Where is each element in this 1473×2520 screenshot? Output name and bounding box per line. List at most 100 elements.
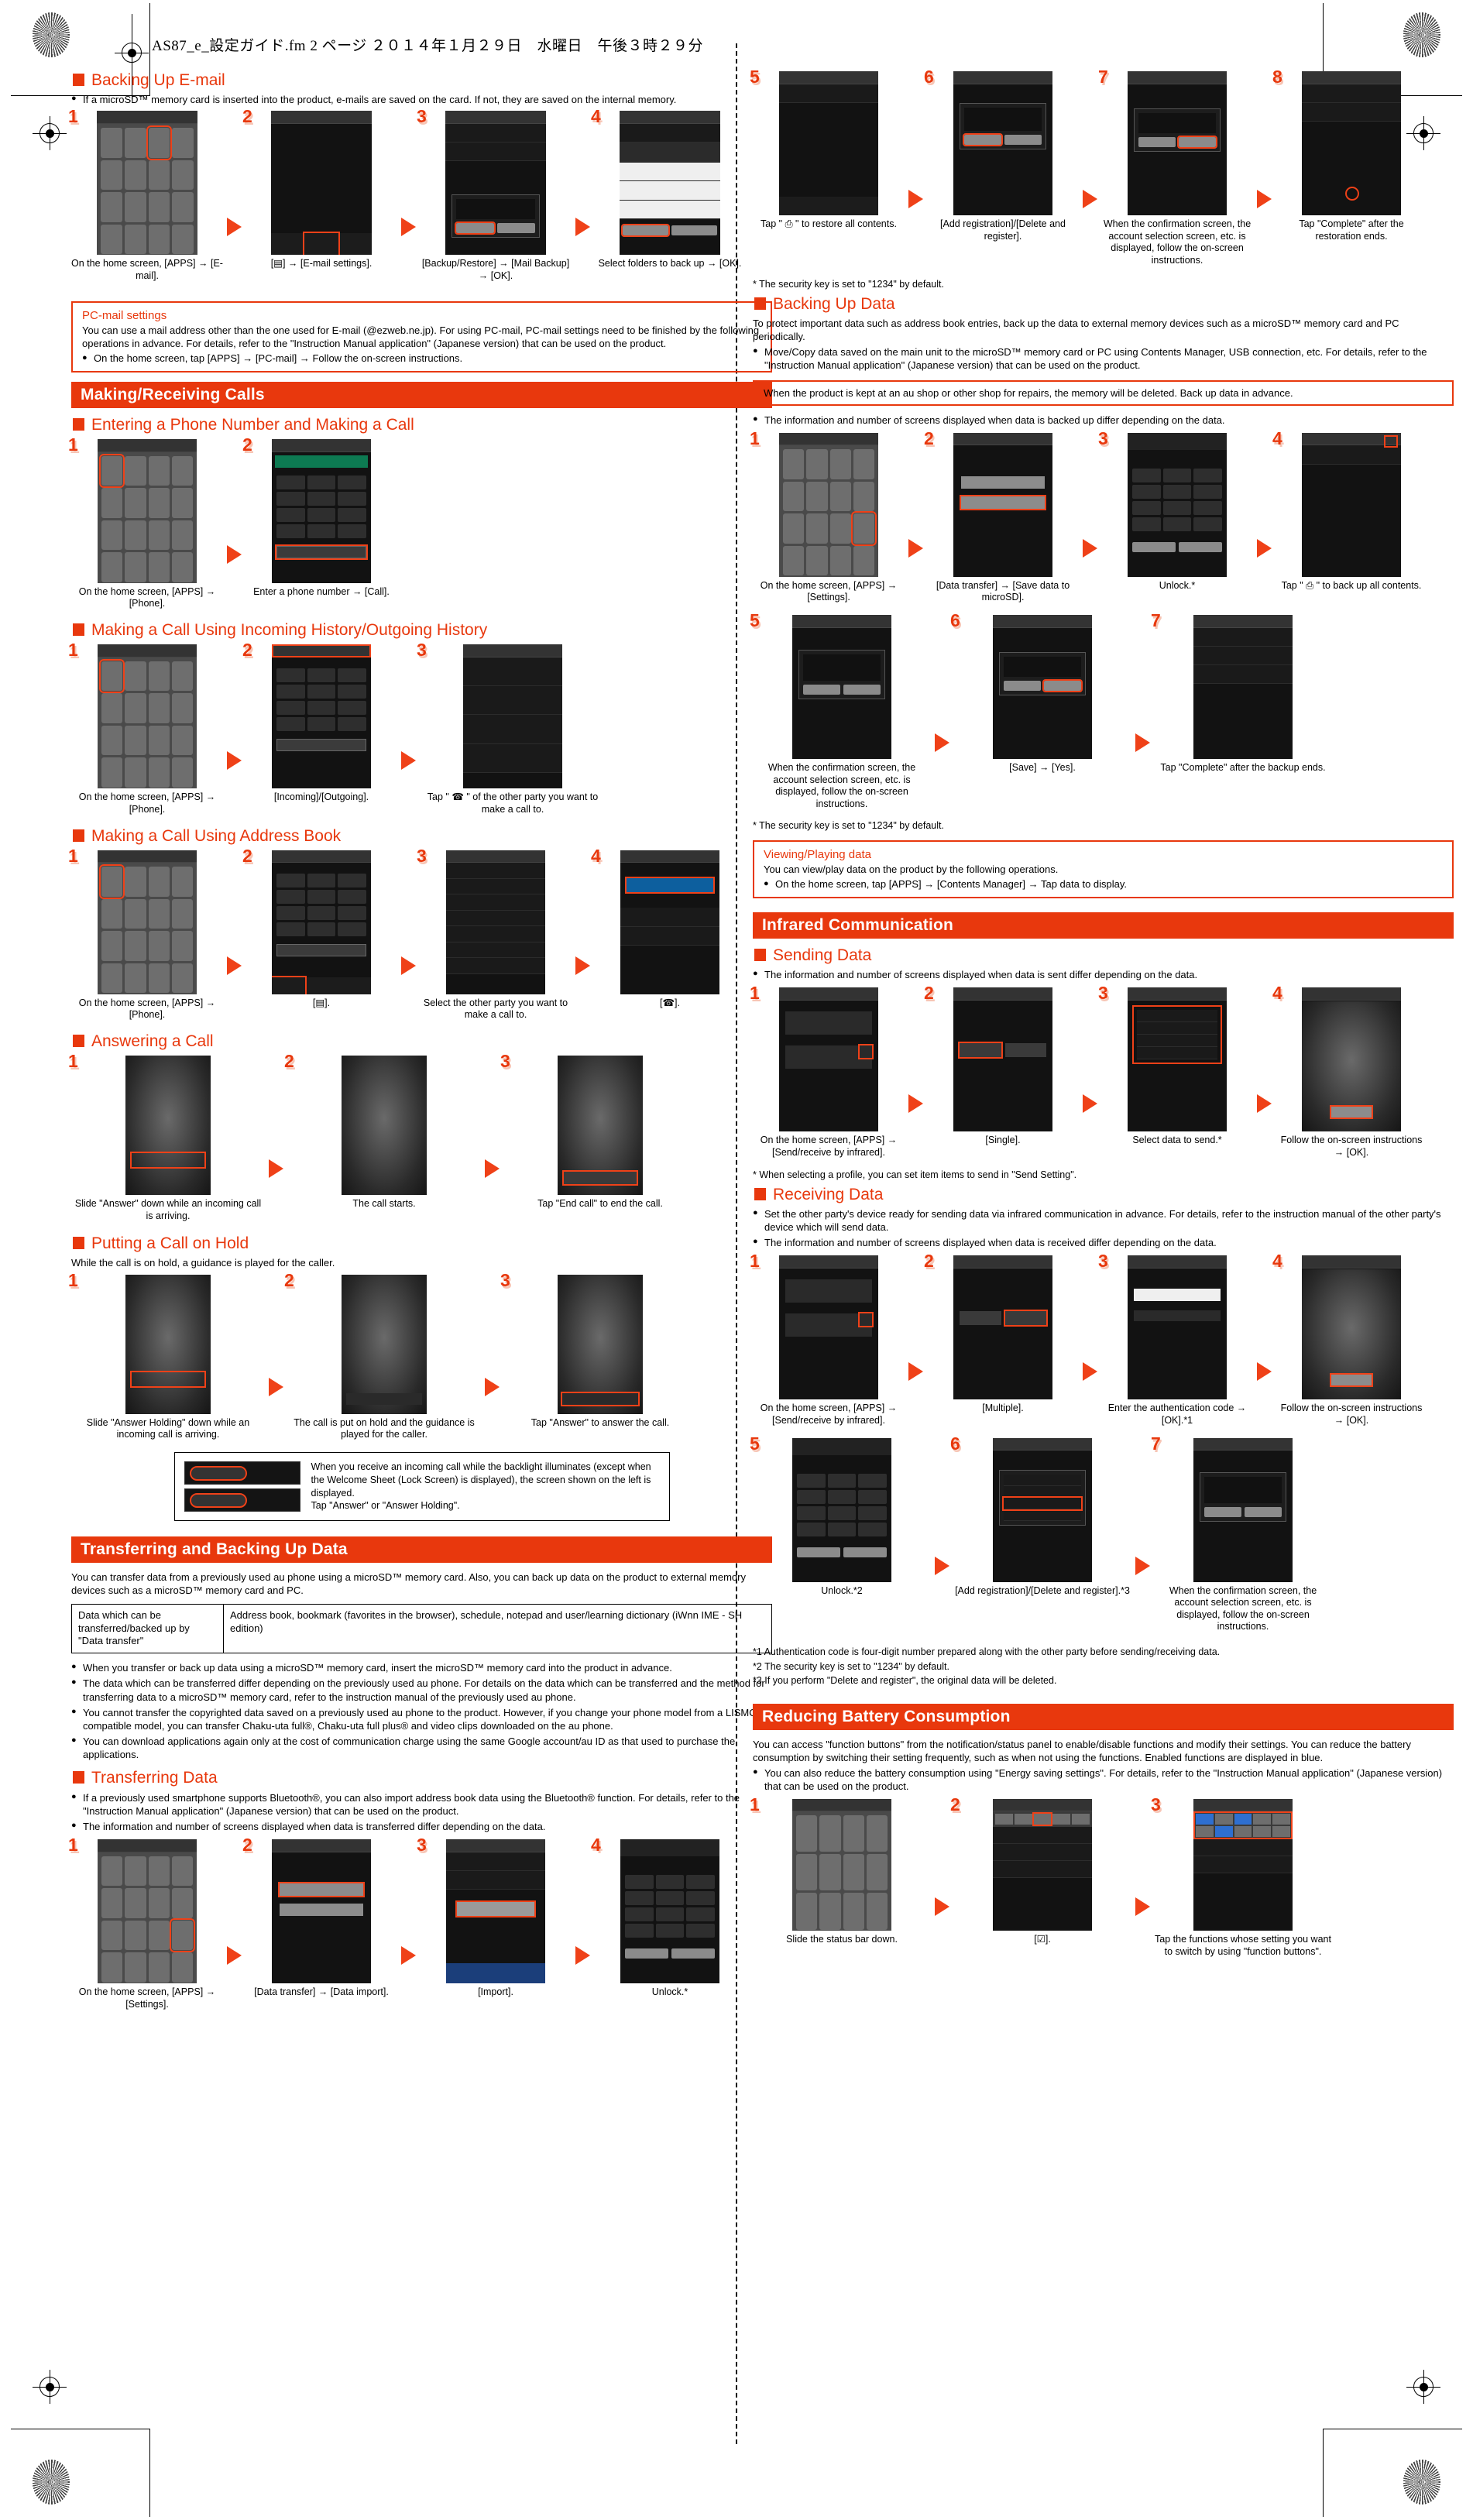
print-corner-box-br xyxy=(1323,2429,1462,2517)
dialed-number-display xyxy=(275,455,368,468)
flow-arrow-icon xyxy=(1135,1897,1150,1916)
transferring-data-bullet-2: The information and number of screens di… xyxy=(71,1820,772,1833)
flow-arrow-icon xyxy=(401,1945,416,1965)
screenshot-home-apps-settings xyxy=(779,432,878,577)
step-caption: On the home screen, [APPS] → [Phone]. xyxy=(78,997,216,1021)
step-item: 6 [Add registration]/[Delete and registe… xyxy=(950,1434,1131,1598)
sending-data-bullet: The information and number of screens di… xyxy=(753,968,1454,981)
infrared-footnotes: *1 Authentication code is four-digit num… xyxy=(753,1646,1454,1688)
step-caption: [Import]. xyxy=(478,1986,513,1998)
flow-arrow-icon xyxy=(1257,1361,1272,1381)
step-caption: Unlock.* xyxy=(1159,579,1196,591)
step-caption: Tap "Answer" to answer the call. xyxy=(530,1416,670,1428)
flow-arrow-icon xyxy=(575,1945,590,1965)
right-column: 5 Tap " ⎙ " to restore all contents. 6 [… xyxy=(750,67,1454,1958)
screenshot-send-receive-infrared xyxy=(779,987,878,1132)
screenshot-multiple-option xyxy=(953,1255,1052,1400)
screenshot-backup-all-contents xyxy=(1302,432,1401,577)
step-number: 3 xyxy=(500,1051,510,1072)
screenshot-dialpad-addressbook-tab xyxy=(272,850,371,994)
section-heading-sending-data: Sending Data xyxy=(753,946,1454,965)
step-number: 6 xyxy=(950,609,960,630)
step-item: 2 The call starts. xyxy=(284,1052,481,1210)
info-box-text: When you receive an incoming call while … xyxy=(311,1461,651,1512)
step-caption: Enter a phone number → [Call]. xyxy=(253,585,390,597)
security-key-note-1: * The security key is set to "1234" by d… xyxy=(753,278,944,290)
step-number: 2 xyxy=(242,845,252,866)
screenshot-address-book-list xyxy=(446,850,545,994)
step-item: 2 [Incoming]/[Outgoing]. xyxy=(242,641,397,804)
step-number: 1 xyxy=(68,434,78,455)
thumb-answer-holding-button xyxy=(184,1488,300,1512)
step-number: 2 xyxy=(924,1251,934,1272)
step-number: 1 xyxy=(750,1251,760,1272)
screenshot-infrared-receive-progress xyxy=(1302,1255,1401,1400)
page-header-filename: AS87_e_設定ガイド.fm 2 ページ ２０１４年１月２９日 水曜日 午後３… xyxy=(152,38,703,54)
step-item: 1 On the home screen, [APPS] → [Phone]. xyxy=(68,434,223,610)
step-caption: [▤]. xyxy=(312,997,331,1008)
step-caption: [☑]. xyxy=(1034,1934,1051,1945)
screenshot-infrared-transfer-progress xyxy=(1302,987,1401,1132)
table-cell-key: Data which can be transferred/backed up … xyxy=(71,1603,224,1654)
step-caption: [Add registration]/[Delete and register]… xyxy=(955,1584,1130,1596)
battery-bullet: You can also reduce the battery consumpt… xyxy=(753,1766,1454,1793)
section-heading-backing-up-data: Backing Up Data xyxy=(753,295,1454,314)
step-caption: Tap "Complete" after the restoration end… xyxy=(1299,218,1404,242)
screenshot-select-mail-folders xyxy=(620,111,720,256)
step-caption: When the confirmation screen, the accoun… xyxy=(1103,218,1252,266)
step-number: 1 xyxy=(68,845,78,866)
flow-arrow-icon xyxy=(269,1378,283,1397)
flow-arrow-icon xyxy=(908,190,923,209)
step-caption: Tap "End call" to end the call. xyxy=(537,1198,663,1210)
step-number: 2 xyxy=(242,106,252,127)
section-band-infrared-communication: Infrared Communication xyxy=(753,912,1454,939)
section-heading-entering-phone-number: Entering a Phone Number and Making a Cal… xyxy=(71,416,772,434)
step-number: 4 xyxy=(1272,983,1282,1004)
section-heading-transferring-data: Transferring Data xyxy=(71,1769,772,1787)
step-caption: On the home screen, [APPS] → [Phone]. xyxy=(78,585,216,609)
footnote-1: *1 Authentication code is four-digit num… xyxy=(753,1646,1221,1658)
step-item: 3 Tap "Answer" to answer the call. xyxy=(500,1271,697,1430)
step-caption: Follow the on-screen instructions → [OK]… xyxy=(1280,1135,1423,1158)
step-item: 1 Slide the status bar down. xyxy=(750,1796,931,1946)
screenshot-call-history-list xyxy=(463,644,562,789)
viewing-playing-body: You can view/play data on the product by… xyxy=(764,863,1059,876)
step-number: 2 xyxy=(284,1051,294,1072)
step-number: 4 xyxy=(1272,427,1282,448)
step-caption: Tap the functions whose setting you want… xyxy=(1155,1934,1331,1957)
flow-arrow-icon xyxy=(227,956,242,976)
flow-arrow-icon xyxy=(1257,190,1272,209)
step-caption: Unlock.*2 xyxy=(821,1584,863,1596)
step-item: 7 Tap "Complete" after the backup ends. xyxy=(1151,611,1332,774)
section-heading-answering-a-call: Answering a Call xyxy=(71,1032,772,1051)
step-caption: On the home screen, [APPS] → [Settings]. xyxy=(760,579,898,603)
receiving-data-steps-a: 1 On the home screen, [APPS] → [Send/rec… xyxy=(750,1251,1454,1427)
incoming-call-info-box: When you receive an incoming call while … xyxy=(173,1451,670,1522)
step-caption: Tap " ⎙ " to restore all contents. xyxy=(761,218,897,229)
step-item: 5 Tap " ⎙ " to restore all contents. xyxy=(750,68,905,231)
answering-call-steps: 1 Slide "Answer" down while an incoming … xyxy=(68,1052,772,1222)
screenshot-confirmation-screen xyxy=(1128,71,1227,215)
screenshot-backup-complete xyxy=(1193,614,1293,759)
battery-steps: 1 Slide the status bar down. 2 [☑]. 3 Ta… xyxy=(750,1796,1454,1958)
step-number: 1 xyxy=(68,1269,78,1290)
step-number: 2 xyxy=(242,434,252,455)
screenshot-answer-after-hold xyxy=(558,1274,643,1414)
restore-steps: 5 Tap " ⎙ " to restore all contents. 6 [… xyxy=(750,67,1454,267)
step-caption: The call is put on hold and the guidance… xyxy=(294,1416,475,1440)
screenshot-contact-detail xyxy=(620,850,719,994)
step-number: 2 xyxy=(242,1835,252,1856)
step-item: 4 Unlock.* xyxy=(591,1836,746,1999)
security-key-note-2: * The security key is set to "1234" by d… xyxy=(753,820,944,832)
flow-arrow-icon xyxy=(935,1556,949,1575)
step-caption: Tap " ☎ " of the other party you want to… xyxy=(427,791,599,815)
screenshot-single-option xyxy=(953,987,1052,1132)
flow-arrow-icon xyxy=(1083,539,1097,558)
transferring-intro: You can transfer data from a previously … xyxy=(71,1571,746,1597)
screenshot-send-receive-infrared xyxy=(779,1255,878,1400)
step-number: 8 xyxy=(1272,67,1282,87)
transferring-bullet-2: The data which can be transferred differ… xyxy=(71,1677,772,1703)
screenshot-home-apps-settings xyxy=(98,1839,197,1984)
viewing-playing-title: Viewing/Playing data xyxy=(764,847,871,861)
step-caption: Slide "Answer Holding" down while an inc… xyxy=(86,1416,250,1440)
